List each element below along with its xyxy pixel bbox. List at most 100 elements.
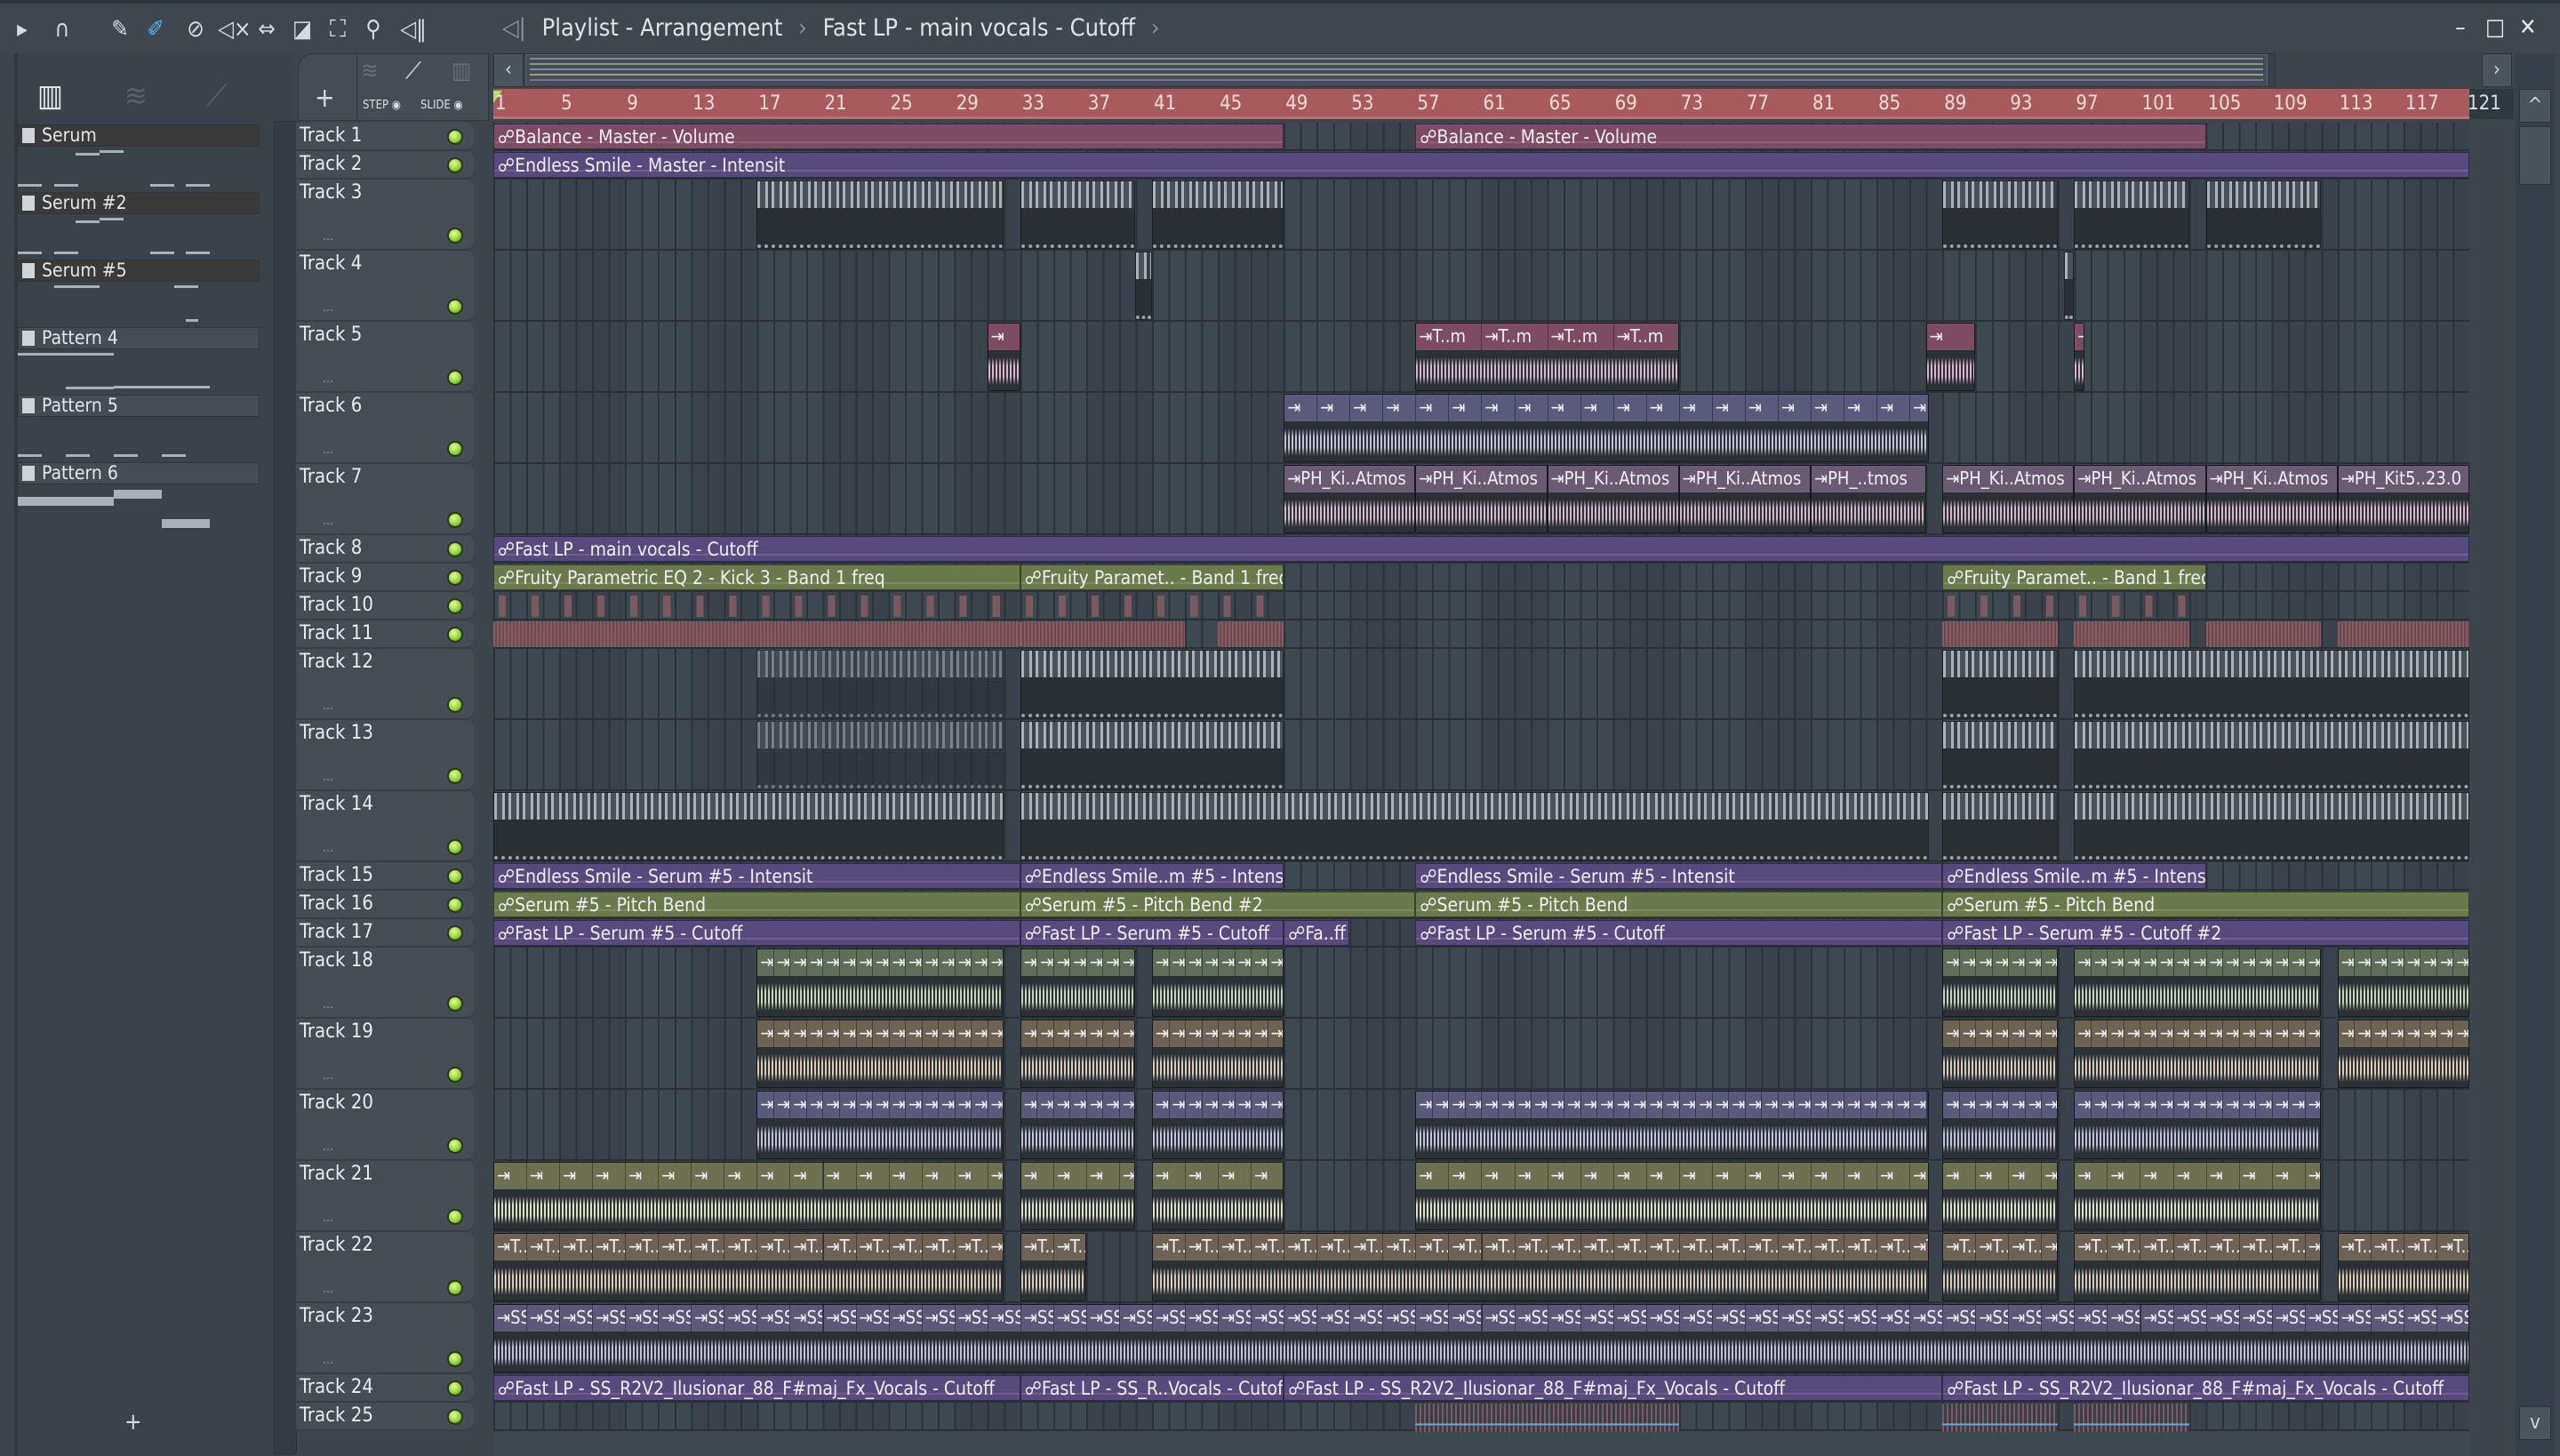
audio-clip-header[interactable]: ⇥ <box>1383 395 1417 421</box>
audio-clip-header[interactable]: ⇥ <box>889 949 907 976</box>
track-name[interactable]: Track 17 <box>300 921 373 943</box>
track-name[interactable]: Track 6 <box>300 395 362 417</box>
track-header[interactable]: Track 5... <box>296 322 474 393</box>
notes-clip[interactable] <box>1218 621 1284 647</box>
audio-clip-header[interactable]: ⇥ <box>1613 1092 1631 1118</box>
track-header[interactable]: Track 2 <box>296 151 474 180</box>
audio-clip-header[interactable]: ⇥ <box>922 949 940 976</box>
audio-clip-header[interactable]: ⇥ <box>2025 1092 2043 1118</box>
track-mute-led[interactable] <box>447 996 463 1012</box>
audio-clip-header[interactable]: ⇥ <box>1235 949 1252 976</box>
track-mute-led[interactable] <box>447 868 463 884</box>
audio-clip-header[interactable]: ⇥ <box>1745 1092 1763 1118</box>
audio-clip-header[interactable]: ⇥ <box>1432 1092 1450 1118</box>
audio-clip-header[interactable]: ⇥ <box>2256 949 2273 976</box>
audio-clip-header[interactable]: ⇥ <box>1795 1092 1812 1118</box>
audio-clip-header[interactable]: ⇥ <box>1053 1020 1071 1047</box>
audio-clip-header[interactable]: ⇥ <box>757 1020 774 1047</box>
audio-clip[interactable]: ⇥ ⇥ ⇥ ⇥ ⇥ ⇥ ⇥ <box>1020 1091 1136 1159</box>
track-mute-led[interactable] <box>447 598 463 614</box>
audio-clip[interactable]: ⇥ ⇥ ⇥ ⇥ ⇥ ⇥ ⇥ ⇥ ⇥ ⇥ ⇥ ⇥ ⇥ ⇥ ⇥ <box>2074 948 2322 1017</box>
track-mute-led[interactable] <box>447 1380 463 1396</box>
audio-clip-header[interactable]: ⇥ <box>1992 1020 2010 1047</box>
audio-clip-header[interactable]: ⇥SS..s <box>1580 1305 1614 1332</box>
audio-clip-header[interactable]: ⇥PH_Ki..Atmos <box>2075 466 2205 492</box>
track-header[interactable]: Track 3... <box>296 180 474 251</box>
audio-clip-header[interactable]: ⇥ <box>922 1163 956 1189</box>
track-lane[interactable] <box>493 180 2469 251</box>
audio-clip-header[interactable]: ⇥ <box>2140 1092 2157 1118</box>
audio-clip-header[interactable]: ⇥T..m <box>1482 324 1548 350</box>
audio-clip-header[interactable]: ⇥ <box>2355 1020 2372 1047</box>
audio-clip-header[interactable]: ⇥ <box>856 1163 890 1189</box>
audio-clip-header[interactable]: ⇥ <box>1515 395 1548 421</box>
audio-clip-header[interactable]: ⇥ <box>2075 949 2092 976</box>
audio-clip-header[interactable]: ⇥ <box>1053 949 1071 976</box>
piano-icon[interactable]: ▥ <box>37 78 63 114</box>
automation-clip[interactable]: ☍Fruity Paramet.. - Band 1 freq <box>1942 564 2206 590</box>
notes-clip[interactable] <box>1020 621 1186 647</box>
track-mute-led[interactable] <box>447 697 463 713</box>
automation-clip[interactable]: ☍Fast LP - Serum #5 - Cutoff #2 <box>1942 920 2469 946</box>
audio-clip-header[interactable]: ⇥T..M) <box>1812 1234 1845 1260</box>
track-header[interactable]: Track 16 <box>296 891 474 919</box>
audio-clip-header[interactable]: ⇥ <box>790 1092 807 1118</box>
audio-clip-header[interactable]: ⇥ <box>790 949 807 976</box>
audio-clip-header[interactable]: ⇥ <box>889 1092 907 1118</box>
slide-toggle[interactable]: SLIDE ◉ <box>420 99 463 112</box>
track-mute-led[interactable] <box>447 541 463 557</box>
pattern-item[interactable]: Pattern 4 <box>18 327 260 389</box>
automation-clip[interactable]: ☍Serum #5 - Pitch Bend <box>493 892 1020 917</box>
track-header[interactable]: Track 14... <box>296 791 474 862</box>
audio-clip-header[interactable]: ⇥ <box>1943 1163 1977 1189</box>
audio-clip-header[interactable]: ⇥ <box>1020 1163 1054 1189</box>
audio-clip-header[interactable]: ⇥ <box>955 1020 972 1047</box>
audio-clip-header[interactable]: ⇥ <box>1811 1163 1845 1189</box>
audio-clip[interactable]: ⇥ ⇥ ⇥ ⇥ ⇥ ⇥ ⇥ ⇥ ⇥ ⇥ ⇥ ⇥ ⇥ ⇥ ⇥ ⇥ <box>493 1162 1004 1230</box>
audio-clip-header[interactable]: ⇥ <box>1169 1020 1187 1047</box>
audio-clip[interactable]: ⇥PH_Ki..Atmos <box>1547 465 1679 533</box>
audio-clip-header[interactable]: ⇥ <box>1811 395 1845 421</box>
audio-clip-header[interactable]: ⇥SS..s <box>1613 1305 1647 1332</box>
audio-clip-header[interactable]: ⇥ <box>1416 1163 1450 1189</box>
track-header[interactable]: Track 10 <box>296 592 474 620</box>
audio-clip-header[interactable]: ⇥ <box>1712 1163 1746 1189</box>
audio-clip-header[interactable]: ⇥ <box>2173 1163 2207 1189</box>
automation-clip[interactable]: ☍Endless Smile..m #5 - Intensit <box>1020 863 1284 889</box>
track-header[interactable]: Track 1 <box>296 123 474 151</box>
audio-clip-header[interactable]: ⇥ <box>1893 1092 1911 1118</box>
track-lane[interactable] <box>493 649 2469 720</box>
audio-clip-header[interactable]: ⇥T..M) <box>1844 1234 1878 1260</box>
audio-clip-header[interactable]: ⇥SS..s <box>790 1305 824 1332</box>
track-header[interactable]: Track 11 <box>296 620 474 649</box>
audio-clip-header[interactable]: ⇥T..M) <box>1482 1234 1516 1260</box>
audio-clip[interactable]: ⇥ <box>2074 323 2084 391</box>
audio-clip-header[interactable]: ⇥PH_Ki..Atmos <box>2206 466 2337 492</box>
audio-clip[interactable]: ⇥ ⇥ ⇥ ⇥ ⇥ ⇥ ⇥ ⇥ <box>1152 1091 1284 1159</box>
audio-clip-header[interactable]: ⇥ <box>692 1163 725 1189</box>
audio-clip[interactable]: ⇥ ⇥ ⇥ ⇥ ⇥ ⇥ ⇥ <box>1020 1020 1136 1088</box>
magnet-snap-icon[interactable]: ∩ <box>49 16 76 43</box>
audio-clip-header[interactable]: ⇥ <box>1482 1092 1499 1118</box>
audio-clip-header[interactable]: ⇥SS..s <box>1712 1305 1746 1332</box>
audio-clip-header[interactable]: ⇥ <box>1613 1163 1647 1189</box>
audio-clip-header[interactable]: ⇥ <box>2256 1020 2273 1047</box>
audio-clip-header[interactable]: ⇥T..M) <box>2436 1234 2468 1260</box>
audio-clip-header[interactable]: ⇥ <box>1580 395 1614 421</box>
track-lane[interactable]: ☍Balance - Master - Volume ☍Balance - Mas… <box>493 123 2469 151</box>
audio-clip-header[interactable]: ⇥T..M) <box>2009 1234 2043 1260</box>
automation-clip[interactable]: ☍Endless Smile - Master - Intensit <box>493 152 2469 178</box>
audio-clip-header[interactable]: ⇥ <box>2042 1020 2057 1047</box>
audio-clip-header[interactable]: ⇥ <box>757 1163 791 1189</box>
audio-clip-header[interactable]: ⇥SS..s <box>1186 1305 1220 1332</box>
audio-clip-header[interactable]: ⇥SS..s <box>1877 1305 1911 1332</box>
audio-clip-header[interactable]: ⇥SS..s <box>593 1305 627 1332</box>
audio-clip-header[interactable]: ⇥ <box>972 1092 988 1118</box>
audio-clip-header[interactable]: ⇥SS..s <box>560 1305 594 1332</box>
audio-clip-header[interactable]: ⇥ <box>790 1163 824 1189</box>
audio-clip-header[interactable]: ⇥ <box>2289 1092 2306 1118</box>
audio-clip-header[interactable]: ⇥ <box>2388 1020 2404 1047</box>
track-mute-led[interactable] <box>447 1138 463 1154</box>
track-header[interactable]: Track 20... <box>296 1090 474 1161</box>
track-name[interactable]: Track 10 <box>300 594 373 616</box>
